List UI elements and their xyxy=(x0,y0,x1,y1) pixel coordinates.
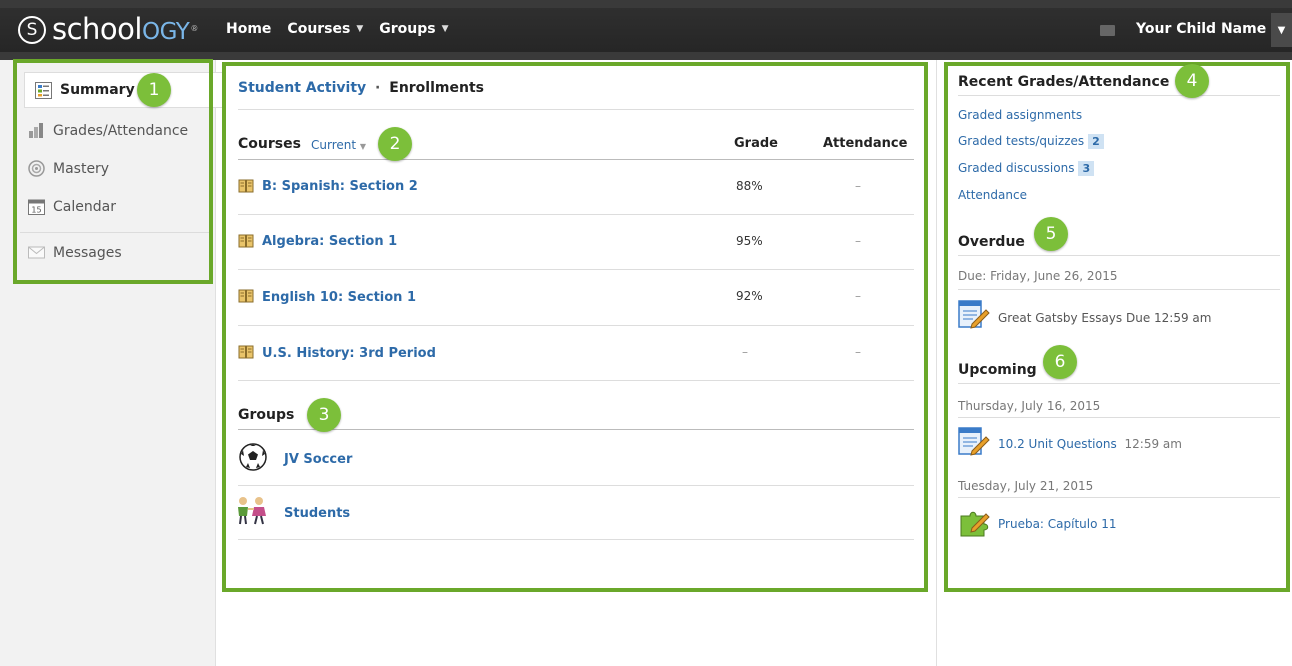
logo-text-main: school xyxy=(52,11,142,46)
annotation-badge-3: 3 xyxy=(307,398,341,432)
nav-home-label: Home xyxy=(226,21,272,37)
nav-courses-label: Courses xyxy=(287,21,351,37)
top-nav: S schoolOGY® Home Courses ▼ Groups ▼ Your … xyxy=(0,8,1292,52)
annotation-badge-5: 5 xyxy=(1034,217,1068,251)
nav-courses[interactable]: Courses ▼ xyxy=(287,21,363,37)
annotation-badge-2: 2 xyxy=(378,127,412,161)
annotation-badge-1: 1 xyxy=(137,73,171,107)
logo-trademark: ® xyxy=(190,23,198,33)
chevron-down-icon: ▼ xyxy=(1277,24,1286,36)
schoology-logo[interactable]: S schoolOGY® xyxy=(18,14,198,47)
annotation-box-sidebar xyxy=(13,59,213,284)
annotation-badge-4: 4 xyxy=(1175,64,1209,98)
main-nav: Home Courses ▼ Groups ▼ xyxy=(226,21,449,37)
user-menu-dropdown[interactable]: ▼ xyxy=(1271,13,1292,47)
user-name[interactable]: Your Child Name xyxy=(1136,21,1266,37)
chevron-down-icon: ▼ xyxy=(356,24,364,34)
top-bar: S schoolOGY® Home Courses ▼ Groups ▼ Your … xyxy=(0,0,1292,60)
logo-text-accent: OGY xyxy=(141,18,190,45)
nav-groups[interactable]: Groups ▼ xyxy=(379,21,448,37)
annotation-box-main xyxy=(222,62,928,592)
messages-icon[interactable] xyxy=(1100,25,1115,36)
nav-home[interactable]: Home xyxy=(226,21,271,37)
logo-s-icon: S xyxy=(18,16,46,44)
logo-wordmark: schoolOGY® xyxy=(52,14,198,47)
chevron-down-icon: ▼ xyxy=(441,24,449,34)
annotation-badge-6: 6 xyxy=(1043,345,1077,379)
annotation-box-right xyxy=(944,62,1290,592)
nav-groups-label: Groups xyxy=(379,21,436,37)
